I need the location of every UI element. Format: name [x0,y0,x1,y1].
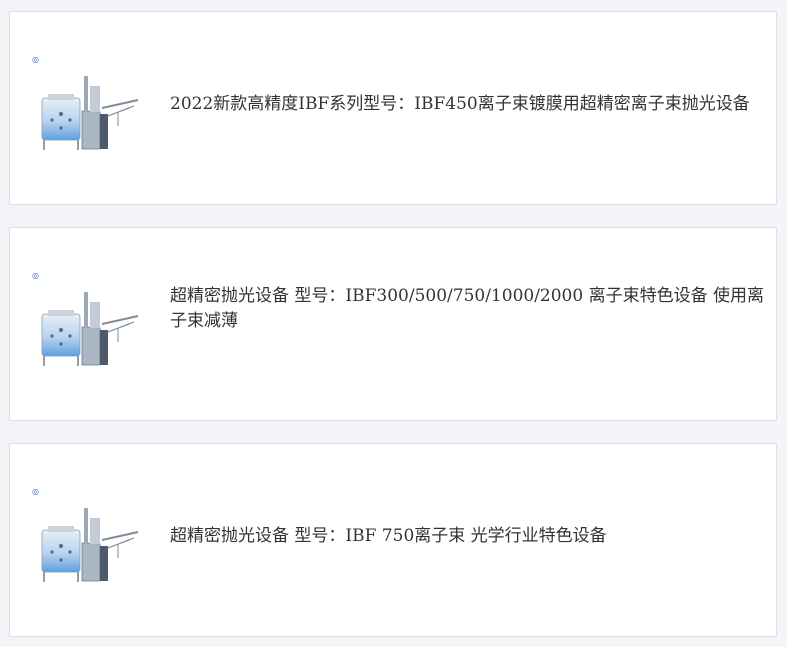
logo-badge-icon: ◎ [32,271,39,280]
logo-badge-icon: ◎ [32,55,39,64]
product-thumbnail[interactable]: ◎ [32,271,144,372]
product-title[interactable]: 超精密抛光设备 型号：IBF300/500/750/1000/2000 离子束特… [170,284,770,334]
product-thumbnail[interactable]: ◎ [32,55,144,156]
product-thumbnail[interactable]: ◎ [32,487,144,588]
product-list: ◎ 2022新款高精度IBF系列型号：IBF450离子束镀膜用超精密离子束抛光设… [0,0,787,647]
product-title[interactable]: 超精密抛光设备 型号：IBF 750离子束 光学行业特色设备 [170,524,770,549]
product-card[interactable]: ◎ [9,11,777,205]
product-title[interactable]: 2022新款高精度IBF系列型号：IBF450离子束镀膜用超精密离子束抛光设备 [170,92,770,117]
logo-badge-icon: ◎ [32,487,39,496]
ion-beam-machine-icon [41,292,139,366]
ion-beam-machine-icon [41,76,139,150]
product-card[interactable]: ◎ [9,227,777,421]
product-card[interactable]: ◎ [9,443,777,637]
ion-beam-machine-icon [41,508,139,582]
